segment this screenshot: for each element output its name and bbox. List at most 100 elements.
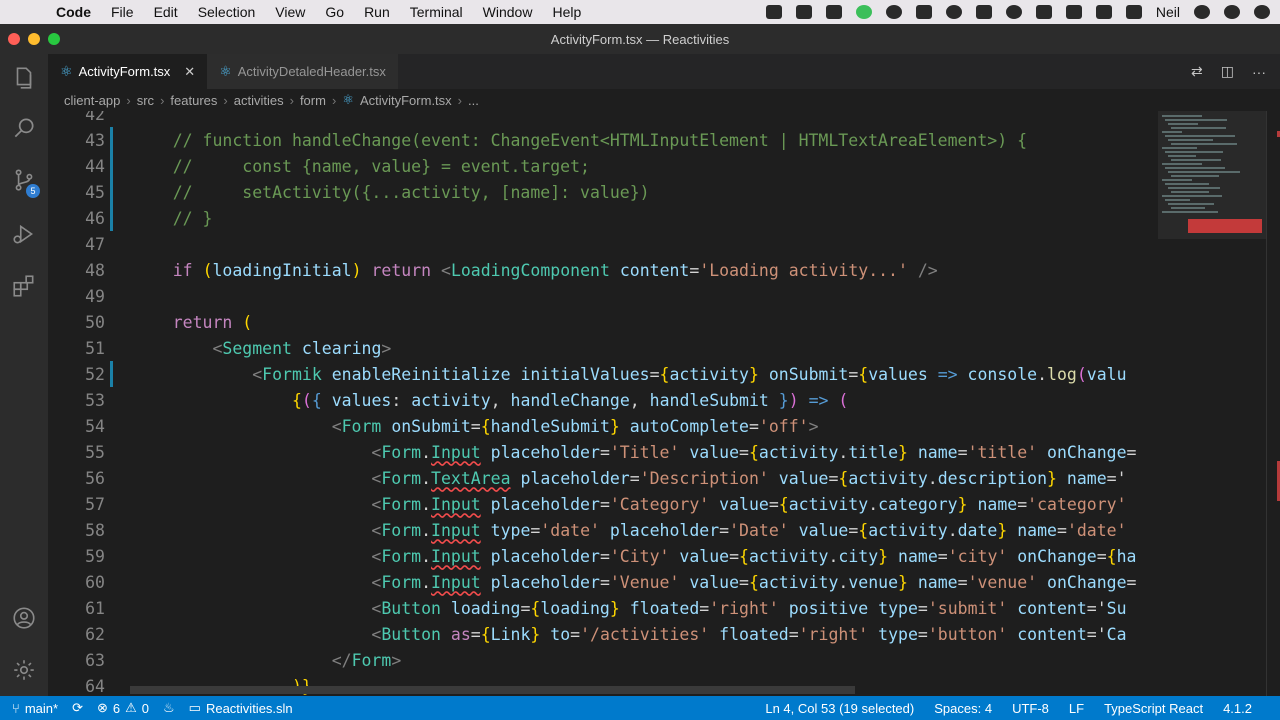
notification-center-icon[interactable] [1254, 5, 1270, 19]
more-actions-icon[interactable]: ··· [1252, 64, 1266, 80]
ts-version[interactable]: 4.1.2 [1223, 701, 1252, 716]
code-text: <Form.Input type='date' placeholder='Dat… [371, 520, 1127, 540]
close-window-button[interactable] [8, 33, 20, 45]
code-line[interactable]: 56 <Form.TextArea placeholder='Descripti… [48, 465, 1158, 491]
battery-icon[interactable] [1095, 5, 1112, 19]
split-editor-icon[interactable]: ◫ [1221, 63, 1234, 80]
code-line[interactable]: 42 [48, 111, 1158, 127]
menu-go[interactable]: Go [315, 4, 354, 20]
menu-window[interactable]: Window [473, 4, 543, 20]
vertical-scrollbar[interactable] [1266, 111, 1280, 696]
code-text: <Form.TextArea placeholder='Description'… [371, 468, 1127, 488]
code-line[interactable]: 58 <Form.Input type='date' placeholder='… [48, 517, 1158, 543]
line-number: 51 [85, 338, 105, 358]
code-line[interactable]: 54 <Form onSubmit={handleSubmit} autoCom… [48, 413, 1158, 439]
code-line[interactable]: 62 <Button as={Link} to='/activities' fl… [48, 621, 1158, 647]
time-machine-icon[interactable] [1005, 5, 1022, 19]
close-tab-icon[interactable]: ✕ [184, 64, 195, 80]
minimize-window-button[interactable] [28, 33, 40, 45]
code-line[interactable]: 48 if (loadingInitial) return <LoadingCo… [48, 257, 1158, 283]
scrivener-icon[interactable] [825, 5, 842, 19]
volume-icon[interactable] [1035, 5, 1052, 19]
menu-run[interactable]: Run [354, 4, 400, 20]
ghost-icon[interactable] [945, 5, 962, 19]
minimap[interactable] [1158, 111, 1266, 696]
code-line[interactable]: 52 <Formik enableReinitialize initialVal… [48, 361, 1158, 387]
search-icon[interactable] [0, 104, 48, 152]
solution-status[interactable]: ▭ Reactivities.sln [189, 700, 293, 716]
tab-activitydetaledheader[interactable]: ⚛ ActivityDetaledHeader.tsx [207, 54, 398, 89]
menu-view[interactable]: View [265, 4, 315, 20]
code-line[interactable]: 51 <Segment clearing> [48, 335, 1158, 361]
menu-selection[interactable]: Selection [188, 4, 266, 20]
menu-file[interactable]: File [101, 4, 144, 20]
code-line[interactable]: 45 // setActivity({...activity, [name]: … [48, 179, 1158, 205]
source-control-icon[interactable]: 5 [0, 156, 48, 204]
breadcrumb-item[interactable]: activities [234, 93, 284, 108]
code-line[interactable]: 60 <Form.Input placeholder='Venue' value… [48, 569, 1158, 595]
grid-icon[interactable] [915, 5, 932, 19]
breadcrumb-item[interactable]: ... [468, 93, 479, 108]
zoom-window-button[interactable] [48, 33, 60, 45]
code-line[interactable]: 61 <Button loading={loading} floated='ri… [48, 595, 1158, 621]
code-line[interactable]: 50 return ( [48, 309, 1158, 335]
chevron-right-icon: › [160, 92, 165, 108]
menu-app-code[interactable]: Code [46, 4, 101, 20]
display-icon[interactable] [975, 5, 992, 19]
end-of-line[interactable]: LF [1069, 701, 1084, 716]
menu-edit[interactable]: Edit [144, 4, 188, 20]
breadcrumb: client-app › src › features › activities › f… [48, 89, 1280, 111]
tab-label: ActivityForm.tsx [78, 64, 171, 79]
breadcrumb-item[interactable]: client-app [64, 93, 120, 108]
sync-icon[interactable]: ⟳ [72, 700, 83, 716]
code-line[interactable]: 53 {({ values: activity, handleChange, h… [48, 387, 1158, 413]
code-line[interactable]: 44 // const {name, value} = event.target… [48, 153, 1158, 179]
minimap-line [1168, 139, 1213, 141]
indentation[interactable]: Spaces: 4 [934, 701, 992, 716]
code-line[interactable]: 43 // function handleChange(event: Chang… [48, 127, 1158, 153]
code-text: </Form> [331, 650, 402, 670]
code-line[interactable]: 55 <Form.Input placeholder='Title' value… [48, 439, 1158, 465]
bluetooth-icon[interactable] [1065, 5, 1082, 19]
code-line[interactable]: 63 </Form> [48, 647, 1158, 673]
cloud-icon[interactable] [885, 5, 902, 19]
branch-status[interactable]: ⑂ main* [12, 701, 58, 716]
minimap-line [1168, 171, 1240, 173]
docker-icon[interactable] [765, 5, 782, 19]
run-debug-icon[interactable] [0, 210, 48, 258]
manage-gear-icon[interactable] [0, 646, 48, 694]
encoding[interactable]: UTF-8 [1012, 701, 1049, 716]
minimap-line [1162, 163, 1202, 165]
code-line[interactable]: 47 [48, 231, 1158, 257]
extensions-icon[interactable] [0, 262, 48, 310]
breadcrumb-item[interactable]: ActivityForm.tsx [360, 93, 452, 108]
wifi-icon[interactable] [1125, 5, 1142, 19]
menu-help[interactable]: Help [542, 4, 591, 20]
chevron-right-icon: › [289, 92, 294, 108]
code-line[interactable]: 49 [48, 283, 1158, 309]
problems-status[interactable]: ⊗ 6 ⚠ 0 [97, 700, 149, 716]
flame-icon[interactable]: ♨ [163, 700, 175, 716]
code-line[interactable]: 46 // } [48, 205, 1158, 231]
tab-activityform[interactable]: ⚛ ActivityForm.tsx ✕ [48, 54, 208, 89]
code-line[interactable]: 59 <Form.Input placeholder='City' value=… [48, 543, 1158, 569]
line-number: 59 [85, 546, 105, 566]
breadcrumb-item[interactable]: src [137, 93, 154, 108]
compare-changes-icon[interactable]: ⇄ [1191, 63, 1203, 80]
explorer-icon[interactable] [0, 54, 48, 102]
siri-icon[interactable] [1224, 5, 1240, 19]
code-line[interactable]: 57 <Form.Input placeholder='Category' va… [48, 491, 1158, 517]
code-text: <Formik enableReinitialize initialValues… [252, 364, 1127, 384]
cursor-position[interactable]: Ln 4, Col 53 (19 selected) [765, 701, 914, 716]
code-editor[interactable]: 42 43 // function handleChange(event: Cha… [48, 111, 1158, 696]
search-icon[interactable] [1194, 5, 1210, 19]
accounts-icon[interactable] [0, 594, 48, 642]
language-mode[interactable]: TypeScript React [1104, 701, 1203, 716]
breadcrumb-item[interactable]: features [170, 93, 217, 108]
horizontal-scrollbar[interactable] [130, 686, 855, 694]
breadcrumb-item[interactable]: form [300, 93, 326, 108]
menu-terminal[interactable]: Terminal [400, 4, 473, 20]
line-icon[interactable] [855, 5, 872, 19]
screen-record-icon[interactable] [795, 5, 812, 19]
user-name[interactable]: Neil [1156, 4, 1180, 20]
